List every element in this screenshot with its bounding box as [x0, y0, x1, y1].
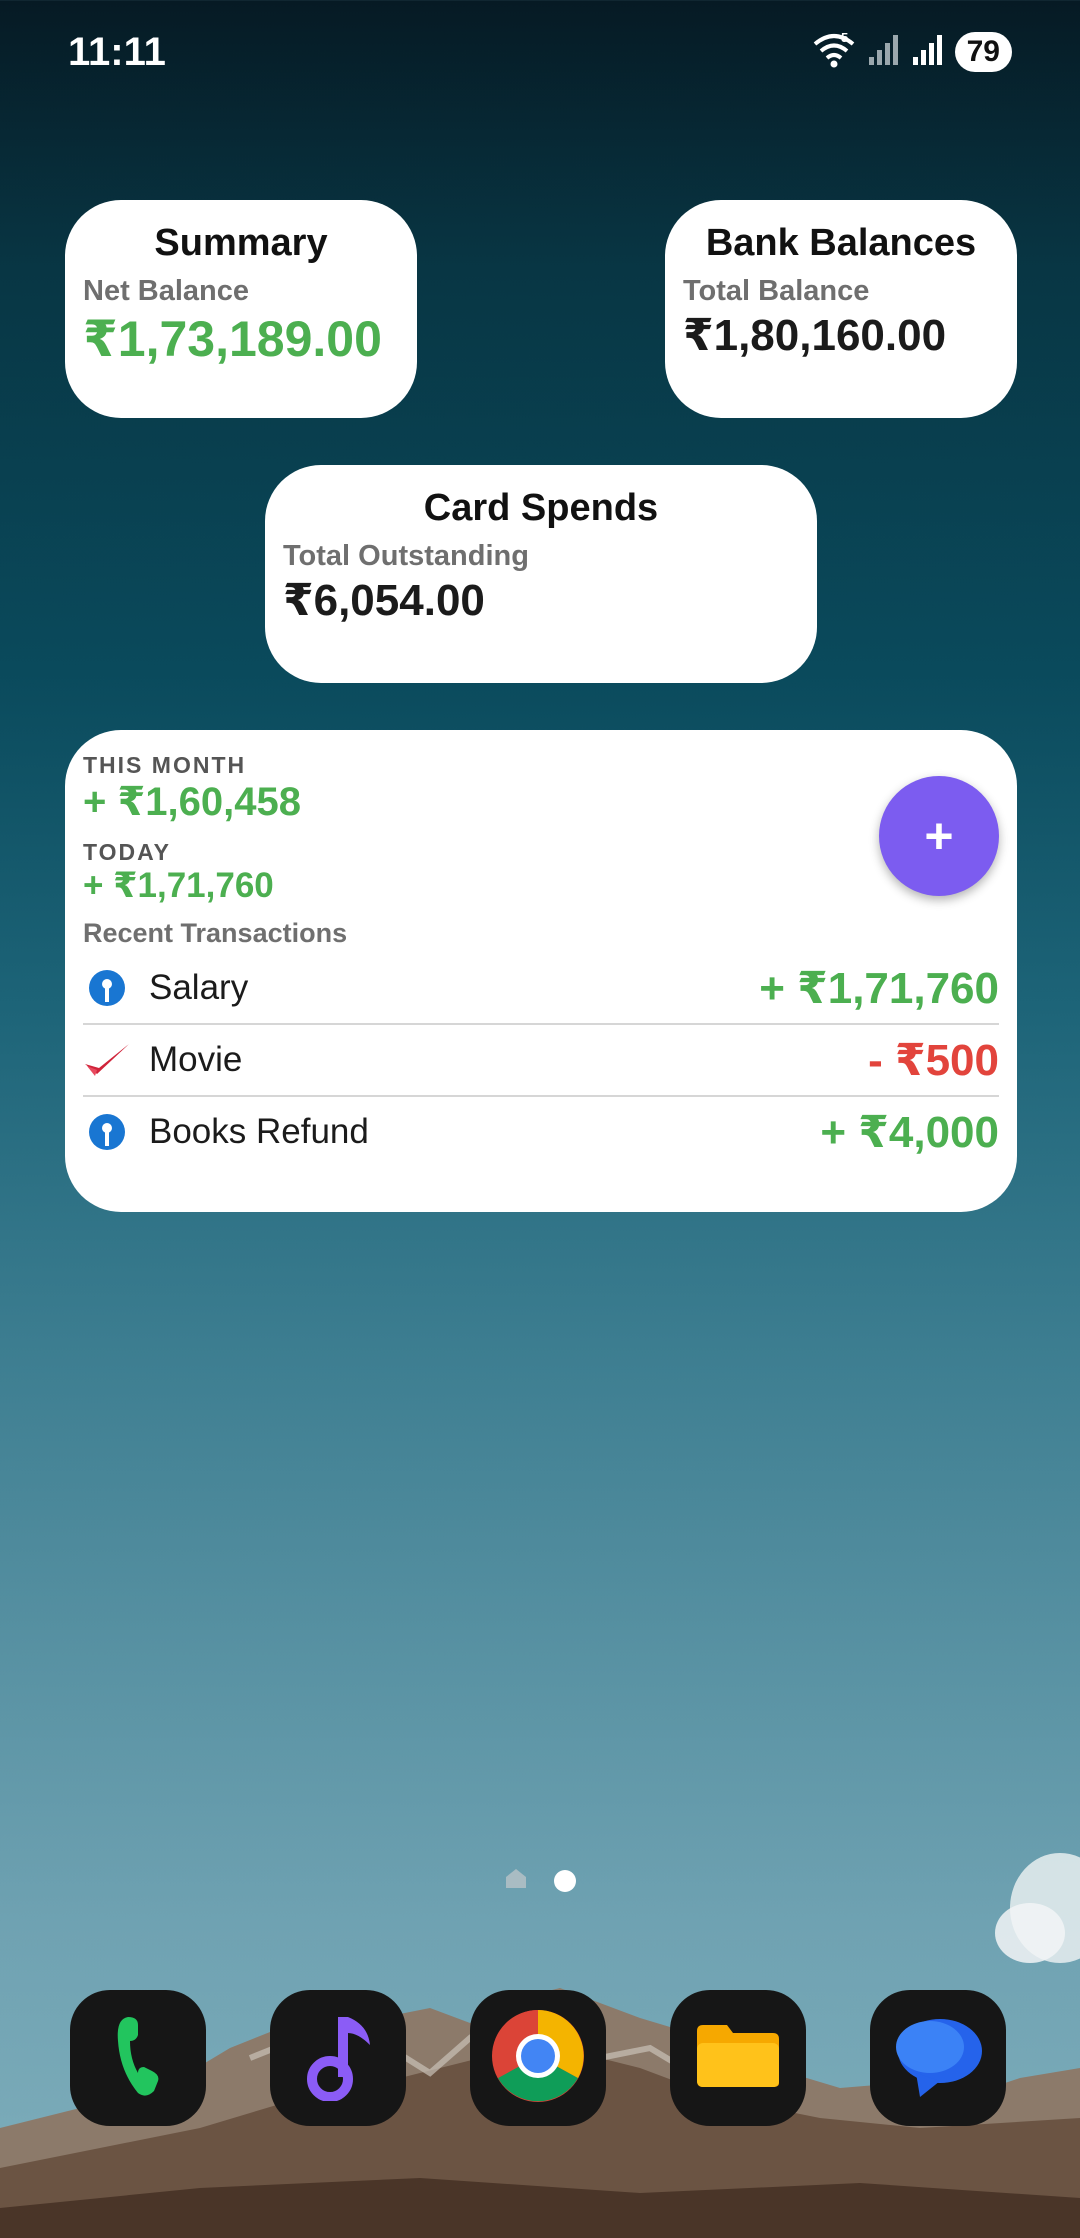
checkmark-logo-icon: [83, 1036, 131, 1084]
bank-icon: [83, 964, 131, 1012]
status-icons: 5 79: [811, 30, 1012, 74]
transaction-amount: + ₹1,71,760: [759, 963, 999, 1013]
music-note-icon: [298, 2011, 378, 2106]
svg-text:5: 5: [841, 30, 848, 45]
total-outstanding-label: Total Outstanding: [283, 540, 529, 572]
files-app[interactable]: [670, 1990, 806, 2126]
wifi-icon: 5: [811, 30, 857, 75]
wallpaper-cloud: [995, 1853, 1080, 1963]
bank-balances-title: Bank Balances: [705, 222, 977, 264]
transaction-amount: + ₹4,000: [820, 1107, 999, 1157]
total-balance-label: Total Balance: [683, 275, 870, 307]
phone-icon: [108, 2011, 168, 2106]
chrome-icon: [490, 2008, 586, 2109]
net-balance-value: ₹1,73,189.00: [83, 311, 382, 367]
transaction-amount: - ₹500: [868, 1035, 999, 1085]
this-month-value: + ₹1,60,458: [83, 780, 302, 824]
transaction-list: Salary + ₹1,71,760 Movie - ₹500 Books Re…: [83, 953, 999, 1167]
signal-icon: [911, 33, 945, 72]
folder-icon: [693, 2021, 783, 2096]
chat-bubble-icon: [890, 2011, 986, 2106]
add-transaction-button[interactable]: +: [879, 776, 999, 896]
transaction-row[interactable]: Salary + ₹1,71,760: [83, 953, 999, 1025]
phone-app[interactable]: [70, 1990, 206, 2126]
home-page-icon[interactable]: [504, 1867, 528, 1894]
music-app[interactable]: [270, 1990, 406, 2126]
transaction-row[interactable]: Books Refund + ₹4,000: [83, 1097, 999, 1167]
summary-widget[interactable]: Summary Net Balance ₹1,73,189.00: [65, 200, 417, 418]
total-balance-value: ₹1,80,160.00: [683, 311, 947, 360]
transaction-name: Salary: [149, 968, 249, 1007]
today-label: TODAY: [83, 839, 171, 865]
today-value: + ₹1,71,760: [83, 866, 274, 905]
recent-transactions-widget[interactable]: THIS MONTH + ₹1,60,458 TODAY + ₹1,71,760…: [65, 730, 1017, 1212]
transaction-name: Books Refund: [149, 1112, 369, 1151]
total-outstanding-value: ₹6,054.00: [283, 576, 485, 625]
bank-icon: [83, 1108, 131, 1156]
card-spends-widget[interactable]: Card Spends Total Outstanding ₹6,054.00: [265, 465, 817, 683]
status-bar: 11:11 5 79: [0, 0, 1080, 110]
bank-balances-widget[interactable]: Bank Balances Total Balance ₹1,80,160.00: [665, 200, 1017, 418]
card-spends-title: Card Spends: [423, 487, 659, 529]
summary-title: Summary: [154, 222, 328, 264]
this-month-label: THIS MONTH: [83, 752, 247, 778]
status-time: 11:11: [68, 30, 166, 74]
net-balance-label: Net Balance: [83, 275, 250, 307]
page-indicator[interactable]: [0, 1867, 1080, 1894]
recent-transactions-label: Recent Transactions: [83, 918, 348, 948]
messages-app[interactable]: [870, 1990, 1006, 2126]
chrome-app[interactable]: [470, 1990, 606, 2126]
signal-icon-weak: [867, 33, 901, 72]
battery-indicator: 79: [954, 32, 1012, 72]
transaction-name: Movie: [149, 1040, 243, 1079]
transaction-row[interactable]: Movie - ₹500: [83, 1025, 999, 1097]
app-dock: [0, 1990, 1080, 2130]
page-dot-active[interactable]: [554, 1869, 576, 1892]
